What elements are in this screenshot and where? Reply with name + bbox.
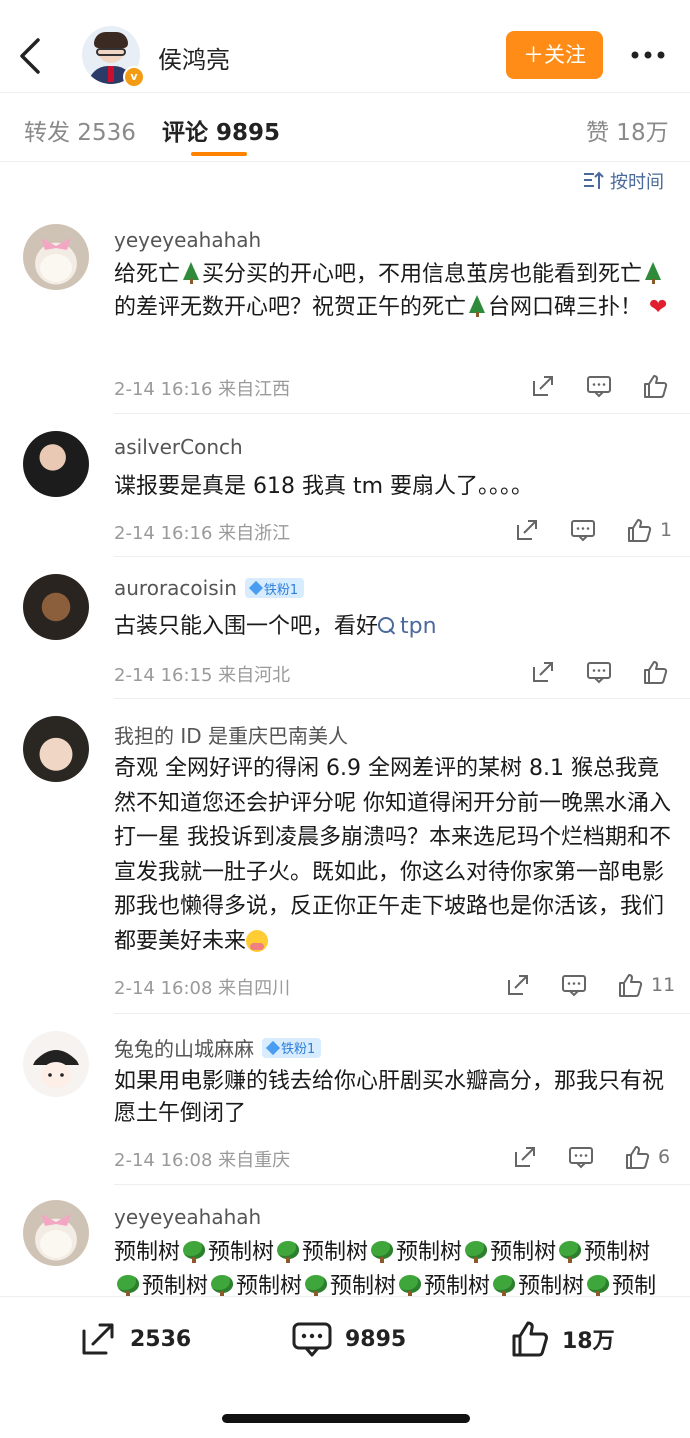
repost-icon[interactable] [505, 972, 531, 998]
hugging-face-emoji-icon [246, 929, 269, 952]
comment-separator [114, 413, 690, 414]
comment-button[interactable]: 9895 [291, 1317, 406, 1361]
tree-emoji-icon [182, 1241, 206, 1263]
tree-emoji-icon [304, 1275, 328, 1296]
comment-text: 谍报要是真是 618 我真 tm 要扇人了。。。。 [114, 474, 534, 499]
page-title[interactable]: 侯鸿亮 [158, 40, 230, 75]
like-count: 1 [660, 519, 673, 541]
back-arrow-icon[interactable] [14, 34, 48, 78]
like-icon[interactable] [624, 1144, 650, 1170]
active-tab-indicator [191, 152, 247, 156]
tree-emoji-icon [116, 1275, 140, 1296]
comment-text: 古装只能入围一个吧，看好 tpn [114, 614, 437, 639]
reply-icon[interactable] [586, 373, 612, 399]
commenter-avatar[interactable] [23, 1200, 89, 1266]
repost-icon[interactable] [512, 1144, 538, 1170]
tree-emoji-icon [644, 262, 662, 284]
commenter-name[interactable]: yeyeyeahahah [114, 1205, 261, 1229]
comment-actions: 11 [505, 971, 675, 999]
like-count-total: 18万 [562, 1329, 615, 1354]
heart-emoji-icon: ❤ [649, 295, 668, 320]
comment-actions [530, 658, 668, 686]
diamond-icon [248, 580, 263, 596]
like-count: 6 [658, 1146, 671, 1168]
comment-separator [114, 698, 690, 699]
commenter-name[interactable]: 我担的 ID 是重庆巴南美人 [114, 720, 348, 749]
comment-actions [530, 372, 668, 400]
commenter-avatar[interactable] [23, 1031, 89, 1097]
commenter-name[interactable]: yeyeyeahahah [114, 228, 261, 252]
header-divider [0, 92, 690, 93]
comment-meta: 2-14 16:08 来自重庆 [114, 1150, 291, 1171]
comment-actions: 1 [514, 516, 672, 544]
tree-emoji-icon [276, 1241, 300, 1263]
fan-badge: 铁粉1 [244, 578, 305, 598]
like-button[interactable]: 18万 [510, 1317, 615, 1361]
reply-icon[interactable] [570, 517, 596, 543]
comment-actions: 6 [512, 1143, 670, 1171]
commenter-name[interactable]: 兔兔的山城麻麻 铁粉1 [114, 1033, 322, 1062]
tree-emoji-icon [210, 1275, 234, 1296]
comment-text: 给死亡 买分买的开心吧，不用信息茧房也能看到死亡的差评无数开心吧？祝贺正午的死亡台… [114, 262, 668, 320]
sort-by-time-button[interactable]: 按时间 [582, 166, 664, 196]
comment-meta: 2-14 16:16 来自浙江 [114, 523, 291, 544]
reply-icon[interactable] [561, 972, 587, 998]
reply-icon[interactable] [586, 659, 612, 685]
search-icon [378, 617, 395, 633]
diamond-icon [265, 1040, 281, 1055]
tree-emoji-icon [370, 1241, 394, 1263]
repost-button[interactable]: 2536 [78, 1317, 191, 1361]
comment-meta: 2-14 16:15 来自河北 [114, 665, 291, 686]
like-icon[interactable] [617, 972, 643, 998]
commenter-avatar[interactable] [23, 716, 89, 782]
commenter-avatar[interactable] [23, 431, 89, 497]
follow-button[interactable]: ＋关注 [506, 31, 603, 79]
repost-icon[interactable] [530, 659, 556, 685]
comment-meta: 2-14 16:08 来自四川 [114, 978, 291, 999]
repost-icon[interactable] [530, 373, 556, 399]
home-indicator[interactable] [222, 1414, 470, 1423]
tree-emoji-icon [182, 262, 200, 284]
comment-separator [114, 1184, 690, 1185]
like-icon [512, 1321, 548, 1357]
tree-emoji-icon [468, 295, 486, 317]
tree-emoji-icon [586, 1275, 610, 1296]
comment-text: 如果用电影赚的钱去给你心肝剧买水瓣高分，那我只有祝愿土午倒闭了 [114, 1069, 665, 1126]
top-bar: v 侯鸿亮 ＋关注 [0, 0, 690, 92]
commenter-avatar[interactable] [23, 224, 89, 290]
tree-emoji-icon [464, 1241, 488, 1263]
like-icon[interactable] [642, 659, 668, 685]
tab-comment[interactable]: 评论 9895 [162, 113, 280, 147]
tree-emoji-icon [558, 1241, 582, 1263]
like-icon[interactable] [626, 517, 652, 543]
tab-repost[interactable]: 转发 2536 [24, 113, 136, 147]
tree-emoji-icon [398, 1275, 422, 1296]
search-topic-link[interactable]: tpn [378, 614, 437, 639]
commenter-name[interactable]: auroracoisin 铁粉1 [114, 576, 305, 600]
comment-separator [114, 556, 690, 557]
reply-icon[interactable] [568, 1144, 594, 1170]
commenter-avatar[interactable] [23, 574, 89, 640]
repost-count: 2536 [130, 1326, 192, 1352]
comment-text: 预制树预制树预制树预制树预制树预制树预制树预制树预制树预制树预制树预制树 [114, 1240, 657, 1296]
tabs-divider [0, 161, 690, 162]
comment-text: 奇观 全网好评的得闲 6.9 全网差评的某树 8.1 猴总我竟然不知道您还会护评… [114, 756, 671, 954]
tree-emoji-icon [492, 1275, 516, 1296]
comment-separator [114, 1013, 690, 1014]
more-options-icon[interactable] [628, 40, 668, 70]
comment-meta: 2-14 16:16 来自江西 [114, 379, 291, 400]
like-count: 11 [651, 974, 676, 996]
comment-count: 9895 [345, 1326, 407, 1352]
fan-badge: 铁粉1 [262, 1037, 322, 1058]
verified-badge-icon: v [123, 66, 145, 88]
sort-label: 按时间 [610, 172, 664, 193]
commenter-name[interactable]: asilverConch [114, 435, 243, 459]
repost-icon[interactable] [514, 517, 540, 543]
comment-icon [292, 1322, 332, 1357]
like-icon[interactable] [642, 373, 668, 399]
repost-icon [82, 1323, 114, 1355]
tab-like[interactable]: 赞 18万 [586, 113, 669, 147]
sort-icon [584, 171, 604, 189]
